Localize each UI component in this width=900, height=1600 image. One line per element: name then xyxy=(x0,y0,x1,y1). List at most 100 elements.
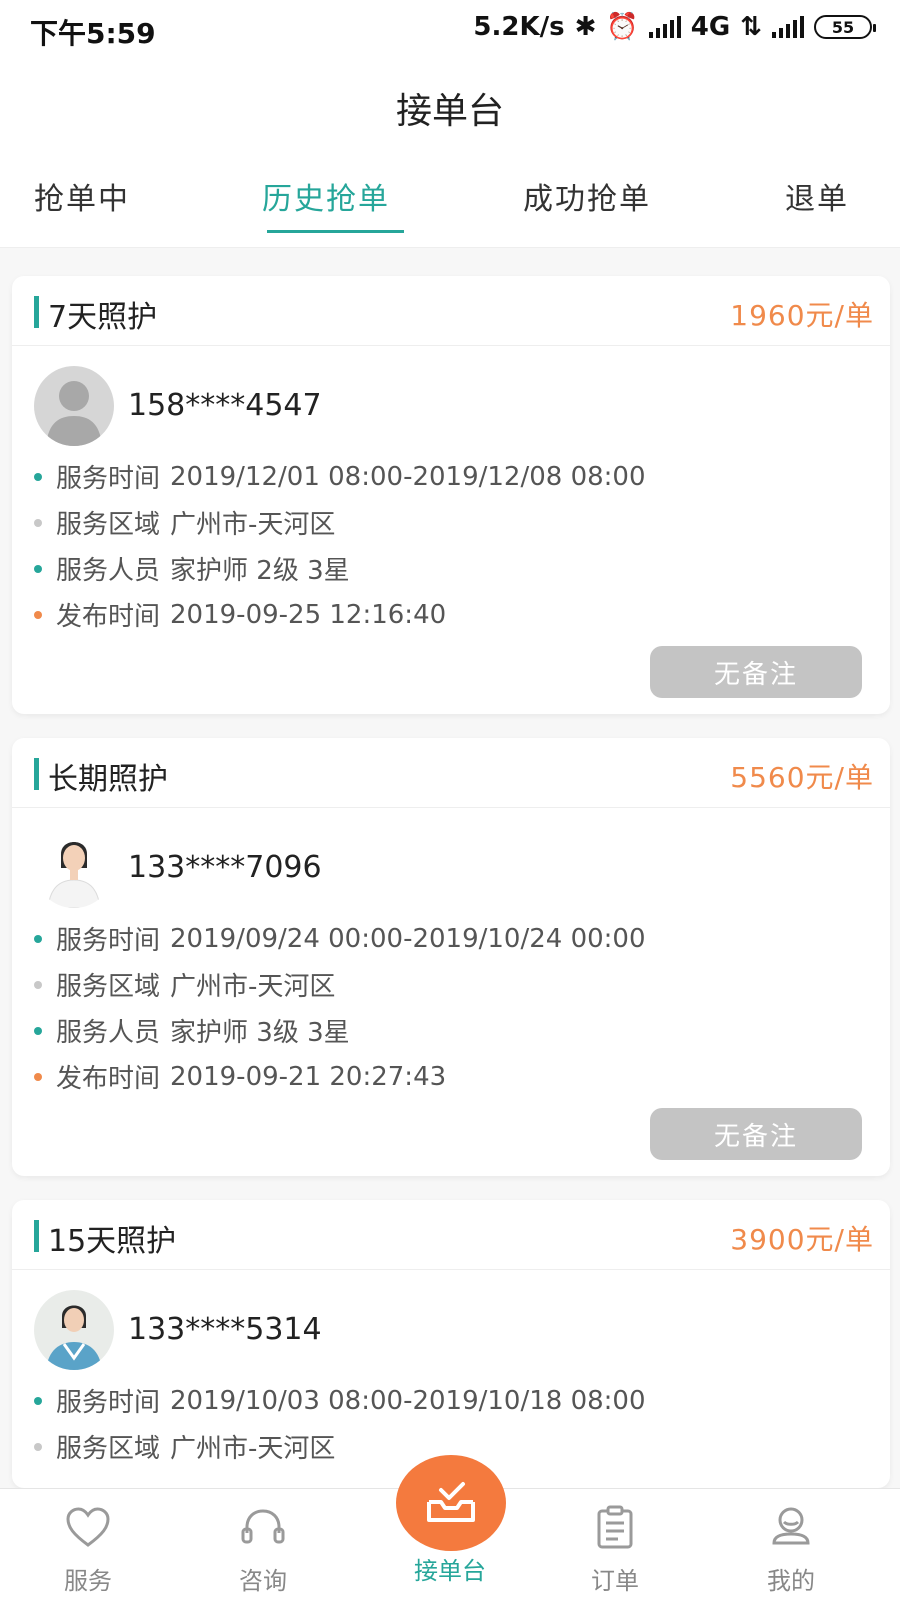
service-time-value: 2019/12/01 08:00-2019/12/08 08:00 xyxy=(170,461,646,492)
service-time-value: 2019/10/03 08:00-2019/10/18 08:00 xyxy=(170,1385,646,1416)
no-note-button[interactable]: 无备注 xyxy=(650,646,862,698)
nurse-avatar-icon xyxy=(34,828,114,908)
avatar xyxy=(34,1290,114,1370)
bottom-tab-label: 咨询 xyxy=(239,1567,287,1595)
dot-icon xyxy=(34,518,42,527)
page-title: 接单台 xyxy=(395,91,504,132)
publish-time-value: 2019-09-21 20:27:43 xyxy=(170,1061,447,1092)
order-card-header: 15天照护 3900元/单 xyxy=(12,1200,890,1270)
tab-active-indicator xyxy=(267,230,404,233)
dot-icon xyxy=(34,1396,42,1405)
service-area-row: 服务区域 广州市-天河区 xyxy=(34,966,335,1003)
publish-time-label: 发布时间 xyxy=(56,1064,161,1094)
tab-history[interactable]: 历史抢单 xyxy=(262,174,390,218)
tab-refund[interactable]: 退单 xyxy=(785,174,849,218)
dot-icon xyxy=(34,1026,42,1035)
service-time-label: 服务时间 xyxy=(56,926,161,956)
publish-time-value: 2019-09-25 12:16:40 xyxy=(170,599,447,630)
staff-row: 服务人员 家护师 3级 3星 xyxy=(34,1012,350,1049)
title-accent-bar xyxy=(34,296,39,328)
service-time-label: 服务时间 xyxy=(56,1388,161,1418)
bottom-tab-orders[interactable]: 订单 xyxy=(555,1503,675,1596)
network-type: 4G xyxy=(690,12,731,42)
avatar xyxy=(34,828,114,908)
order-card[interactable]: 7天照护 1960元/单 158****4547 服务时间 2019/12/01… xyxy=(12,276,890,714)
bottom-tab-consult[interactable]: 咨询 xyxy=(203,1503,323,1596)
staff-value: 家护师 2级 3星 xyxy=(170,556,350,586)
order-title: 15天照护 xyxy=(48,1224,177,1259)
service-time-label: 服务时间 xyxy=(56,464,161,494)
dot-icon xyxy=(34,980,42,989)
publish-time-label: 发布时间 xyxy=(56,602,161,632)
order-card[interactable]: 15天照护 3900元/单 133****5314 服务时间 2019/10/0… xyxy=(12,1200,890,1488)
order-price: 3900元/单 xyxy=(730,1223,874,1256)
service-area-label: 服务区域 xyxy=(56,972,161,1002)
bluetooth-icon: ✱ xyxy=(574,12,597,42)
order-price: 5560元/单 xyxy=(730,761,874,794)
order-title: 7天照护 xyxy=(48,300,158,335)
no-note-button[interactable]: 无备注 xyxy=(650,1108,862,1160)
heart-icon xyxy=(66,1507,110,1547)
dot-icon xyxy=(34,472,42,481)
tab-bar: 抢单中 历史抢单 成功抢单 退单 xyxy=(0,150,900,248)
order-price: 1960元/单 xyxy=(730,299,874,332)
clipboard-icon xyxy=(597,1505,633,1549)
service-time-value: 2019/09/24 00:00-2019/10/24 00:00 xyxy=(170,923,646,954)
dot-icon xyxy=(34,1442,42,1451)
bottom-tab-label: 我的 xyxy=(767,1567,815,1595)
service-area-value: 广州市-天河区 xyxy=(170,510,336,540)
dot-icon xyxy=(34,1072,42,1081)
bottom-tab-mine[interactable]: 我的 xyxy=(731,1503,851,1596)
status-bar: 下午5:59 5.2K/s ✱ ⏰ 4G ⇅ 55 xyxy=(0,0,900,58)
title-accent-bar xyxy=(34,758,39,790)
user-icon xyxy=(772,1507,810,1545)
bottom-tab-label: 服务 xyxy=(64,1567,112,1595)
dot-icon xyxy=(34,564,42,573)
doctor-avatar-icon xyxy=(34,1290,114,1370)
dot-icon xyxy=(34,934,42,943)
net-speed: 5.2K/s xyxy=(473,12,565,42)
order-card[interactable]: 长期照护 5560元/单 133****7096 服务时间 2019/09/24… xyxy=(12,738,890,1176)
service-time-row: 服务时间 2019/09/24 00:00-2019/10/24 00:00 xyxy=(34,920,646,957)
order-title: 长期照护 xyxy=(48,762,168,797)
order-card-header: 7天照护 1960元/单 xyxy=(12,276,890,346)
service-area-row: 服务区域 广州市-天河区 xyxy=(34,1428,335,1465)
dot-icon xyxy=(34,610,42,619)
service-area-row: 服务区域 广州市-天河区 xyxy=(34,504,335,541)
avatar xyxy=(34,366,114,446)
bottom-tab-label-active[interactable]: 接单台 xyxy=(390,1551,510,1586)
bottom-tab-label: 订单 xyxy=(591,1567,639,1595)
staff-label: 服务人员 xyxy=(56,1018,161,1048)
staff-label: 服务人员 xyxy=(56,556,161,586)
staff-value: 家护师 3级 3星 xyxy=(170,1018,350,1048)
signal-icon xyxy=(648,16,681,38)
staff-row: 服务人员 家护师 2级 3星 xyxy=(34,550,350,587)
tab-grabbing[interactable]: 抢单中 xyxy=(34,174,130,218)
customer-phone: 133****7096 xyxy=(128,850,322,885)
customer-phone: 158****4547 xyxy=(128,388,322,423)
battery-icon: 55 xyxy=(814,15,876,39)
service-time-row: 服务时间 2019/12/01 08:00-2019/12/08 08:00 xyxy=(34,458,646,495)
nav-bar: 接单台 xyxy=(0,58,900,150)
inbox-check-icon xyxy=(427,1482,475,1522)
data-arrows-icon: ⇅ xyxy=(740,12,762,42)
publish-time-row: 发布时间 2019-09-21 20:27:43 xyxy=(34,1058,446,1095)
service-area-value: 广州市-天河区 xyxy=(170,1434,336,1464)
headset-icon xyxy=(241,1509,285,1544)
service-area-label: 服务区域 xyxy=(56,1434,161,1464)
service-area-value: 广州市-天河区 xyxy=(170,972,336,1002)
tab-success[interactable]: 成功抢单 xyxy=(523,174,651,218)
bottom-tab-order-desk[interactable] xyxy=(396,1455,506,1551)
signal-icon-2 xyxy=(772,16,804,38)
bottom-tab-bar: 服务 咨询 接单台 订单 我的 xyxy=(0,1455,900,1600)
service-area-label: 服务区域 xyxy=(56,510,161,540)
status-icons: 5.2K/s ✱ ⏰ 4G ⇅ 55 xyxy=(473,12,876,42)
title-accent-bar xyxy=(34,1220,39,1252)
alarm-icon: ⏰ xyxy=(606,12,639,42)
service-time-row: 服务时间 2019/10/03 08:00-2019/10/18 08:00 xyxy=(34,1382,646,1419)
customer-phone: 133****5314 xyxy=(128,1312,322,1347)
default-avatar-icon xyxy=(34,366,114,446)
status-time: 下午5:59 xyxy=(30,17,156,50)
order-card-header: 长期照护 5560元/单 xyxy=(12,738,890,808)
bottom-tab-service[interactable]: 服务 xyxy=(28,1503,148,1596)
